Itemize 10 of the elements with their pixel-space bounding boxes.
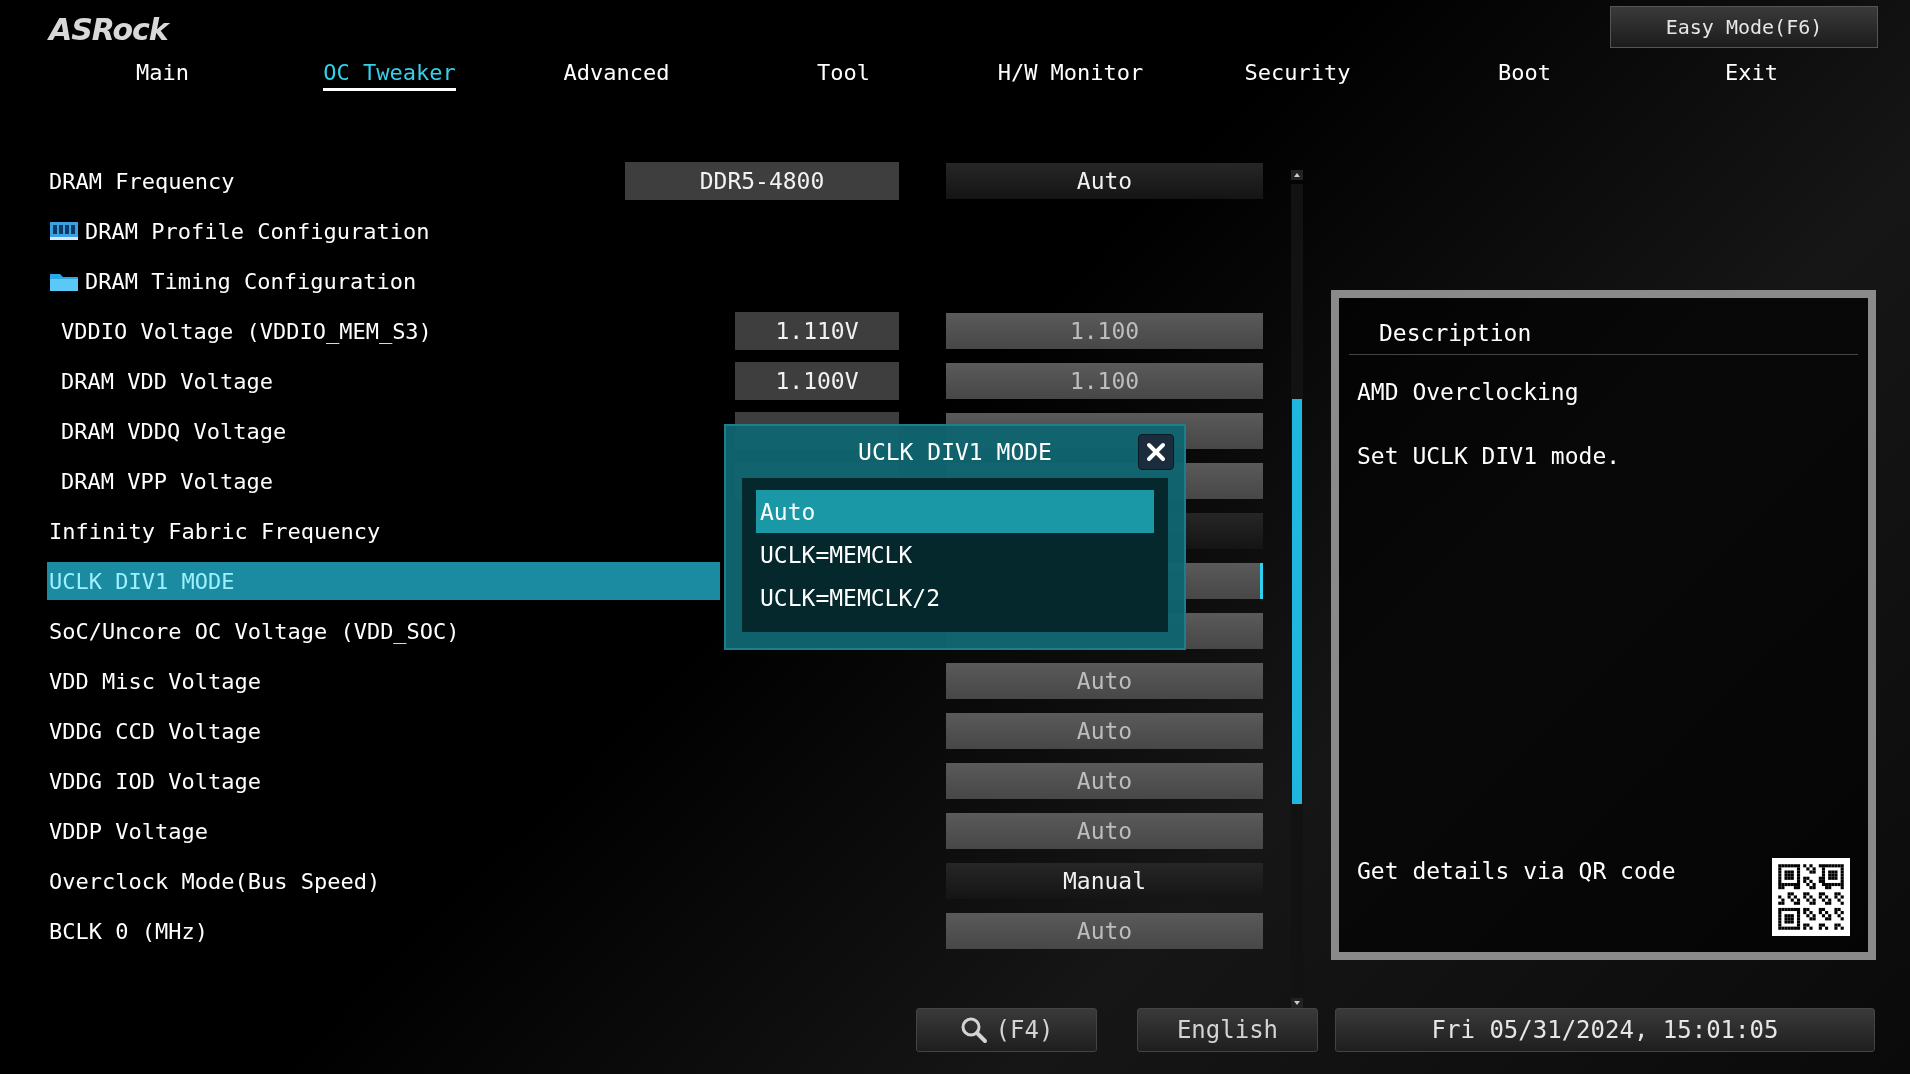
date-time-display: Fri 05/31/2024, 15:01:05 [1335, 1008, 1875, 1052]
description-title: Description [1349, 312, 1858, 355]
qr-hint-text: Get details via QR code [1357, 858, 1676, 884]
description-text: Set UCLK DIV1 mode. [1356, 443, 1622, 469]
current-value-readout: 1.100V [735, 362, 899, 400]
description-text: AMD Overclocking [1356, 379, 1580, 405]
current-value-readout: DDR5-4800 [625, 162, 899, 200]
brand-logo: ASRock [49, 12, 168, 47]
popup-title: UCLK DIV1 MODE [858, 439, 1052, 465]
current-value-readout: 1.110V [735, 312, 899, 350]
